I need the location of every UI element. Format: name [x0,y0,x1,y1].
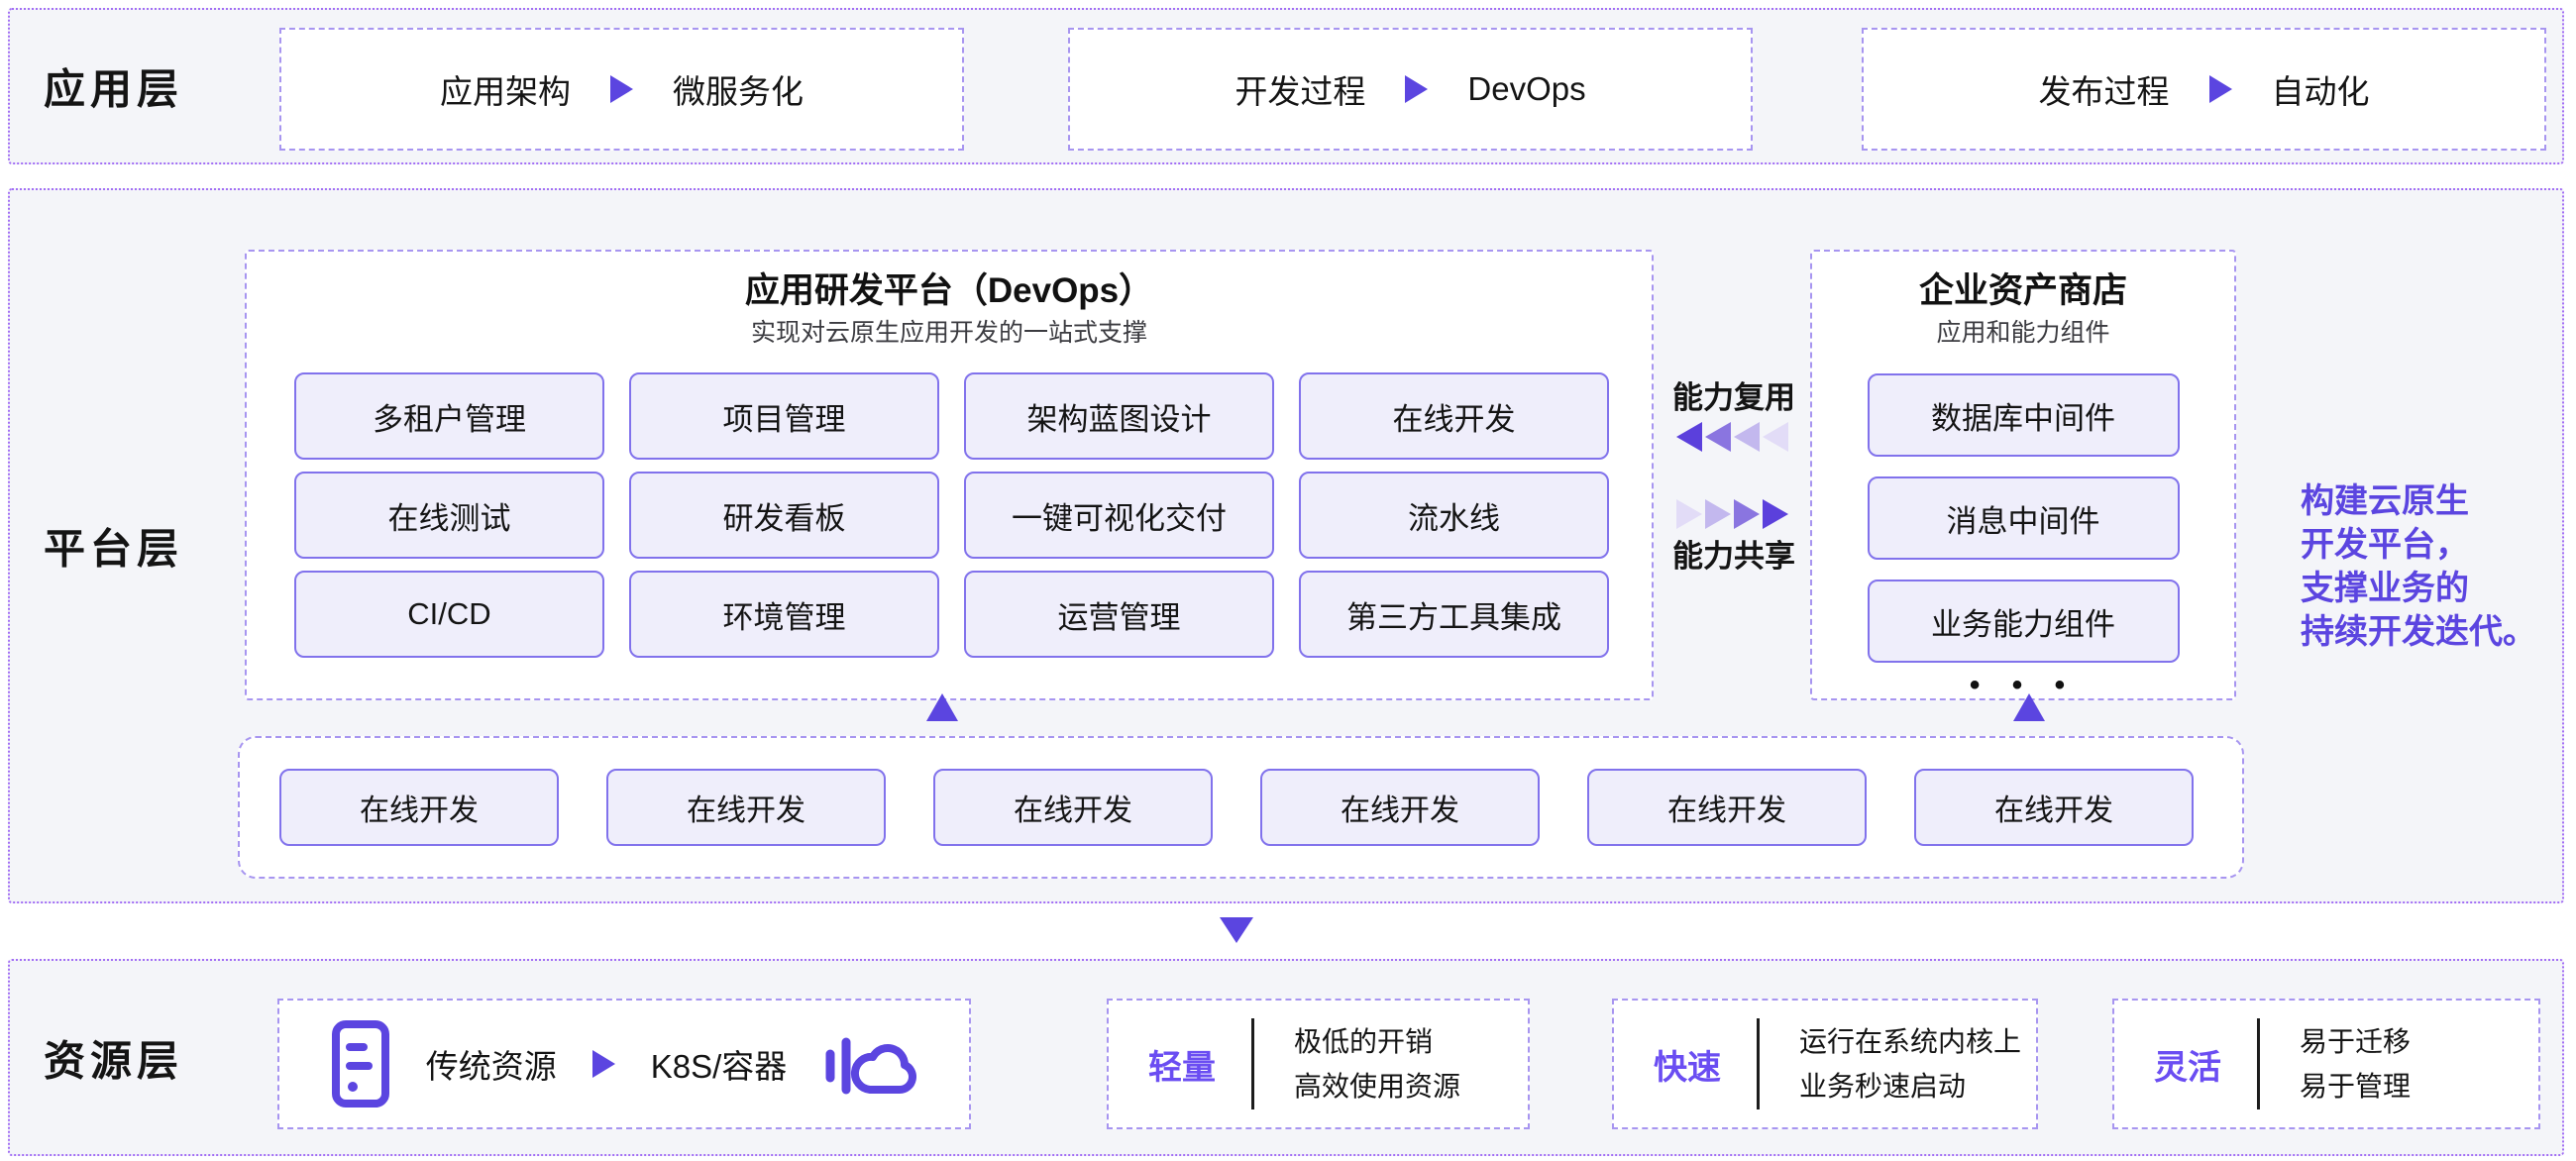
capability-cell: 运营管理 [964,571,1274,658]
triangle-right-icon [1676,499,1702,529]
asset-cell: 数据库中间件 [1868,373,2180,457]
runtime-cell: 在线开发 [1914,769,2194,846]
triangle-up-icon [2013,693,2045,721]
triangle-right-icon [1734,499,1760,529]
runtime-cell: 在线开发 [606,769,886,846]
arrow-right-icon [592,1050,615,1078]
transition-from-label: 发布过程 [2039,65,2170,113]
arrows-right-icon [1676,499,1791,529]
app-layer-section: 应用层 应用架构 微服务化 开发过程 DevOps 发布过程 自动化 [8,8,2564,164]
server-icon [331,1020,390,1108]
resource-from-label: 传统资源 [426,1040,557,1088]
cloud-container-icon [822,1026,917,1102]
feature-divider [1757,1018,1760,1109]
runtime-cell: 在线开发 [1587,769,1867,846]
platform-layer-section: 平台层 应用研发平台（DevOps） 实现对云原生应用开发的一站式支撑 多租户管… [8,188,2564,903]
asset-items-list: 数据库中间件 消息中间件 业务能力组件 [1812,373,2234,663]
triangle-right-icon [1763,499,1788,529]
triangle-down-icon [1220,917,1253,943]
capability-share-label: 能力共享 [1672,539,1795,575]
capability-cell: 多租户管理 [294,372,604,460]
capability-cell: 环境管理 [629,571,939,658]
slogan-line: 支撑业务的 [2301,567,2536,610]
app-transition-architecture: 应用架构 微服务化 [279,28,964,151]
feature-box-fast: 快速 运行在系统内核上 业务秒速启动 [1612,999,2038,1129]
capability-cell: 研发看板 [629,472,939,559]
feature-line: 易于迁移 [2300,1019,2411,1064]
capability-cell: 一键可视化交付 [964,472,1274,559]
transition-to-label: DevOps [1467,70,1585,108]
feature-line: 运行在系统内核上 [1799,1019,2021,1064]
feature-line: 易于管理 [2300,1064,2411,1108]
resource-transition-box: 传统资源 K8S/容器 [277,999,971,1129]
triangle-right-icon [1705,499,1731,529]
devops-panel-subtitle: 实现对云原生应用开发的一站式支撑 [247,318,1652,348]
feature-divider [1251,1018,1254,1109]
triangle-left-icon [1676,422,1702,452]
asset-panel-subtitle: 应用和能力组件 [1812,318,2234,348]
resource-to-label: K8S/容器 [651,1040,788,1088]
feature-title: 快速 [1654,1040,1721,1089]
transition-to-label: 自动化 [2272,65,2370,113]
devops-platform-panel: 应用研发平台（DevOps） 实现对云原生应用开发的一站式支撑 多租户管理 项目… [245,250,1654,700]
runtime-cell: 在线开发 [279,769,559,846]
capability-connector: 能力复用 能力共享 [1655,380,1813,575]
asset-cell: 消息中间件 [1868,476,2180,560]
triangle-left-icon [1705,422,1731,452]
feature-title: 灵活 [2154,1040,2221,1089]
capability-cell: 流水线 [1299,472,1609,559]
slogan-line: 开发平台， [2301,523,2536,567]
transition-from-label: 应用架构 [440,65,571,113]
devops-capability-grid: 多租户管理 项目管理 架构蓝图设计 在线开发 在线测试 研发看板 一键可视化交付… [294,372,1609,658]
transition-from-label: 开发过程 [1234,65,1365,113]
cloud-native-architecture-diagram: 应用层 应用架构 微服务化 开发过程 DevOps 发布过程 自动化 平台层 应… [0,0,2576,1161]
arrow-right-icon [2209,75,2232,103]
transition-to-label: 微服务化 [673,65,804,113]
app-transition-devprocess: 开发过程 DevOps [1068,28,1753,151]
triangle-left-icon [1763,422,1788,452]
feature-description: 运行在系统内核上 业务秒速启动 [1799,1019,2021,1108]
app-transition-release: 发布过程 自动化 [1862,28,2546,151]
feature-box-flexible: 灵活 易于迁移 易于管理 [2112,999,2540,1129]
devops-panel-title: 应用研发平台（DevOps） [247,271,1652,311]
feature-box-lightweight: 轻量 极低的开销 高效使用资源 [1107,999,1530,1129]
platform-layer-label: 平台层 [44,516,183,577]
feature-title: 轻量 [1148,1040,1216,1089]
feature-description: 极低的开销 高效使用资源 [1294,1019,1460,1108]
slogan-line: 构建云原生 [2301,479,2536,523]
runtime-container: 在线开发 在线开发 在线开发 在线开发 在线开发 在线开发 [238,736,2244,879]
capability-cell: 在线测试 [294,472,604,559]
feature-divider [2257,1018,2260,1109]
feature-line: 业务秒速启动 [1799,1064,2021,1108]
app-layer-label: 应用层 [44,56,183,117]
capability-cell: 架构蓝图设计 [964,372,1274,460]
runtime-cell: 在线开发 [933,769,1213,846]
asset-cell: 业务能力组件 [1868,580,2180,663]
triangle-up-icon [926,693,958,721]
triangle-left-icon [1734,422,1760,452]
capability-cell: 项目管理 [629,372,939,460]
feature-line: 高效使用资源 [1294,1064,1460,1108]
arrow-right-icon [1405,75,1428,103]
arrow-right-icon [610,75,633,103]
asset-panel-title: 企业资产商店 [1812,271,2234,311]
capability-reuse-label: 能力复用 [1672,380,1795,416]
asset-store-panel: 企业资产商店 应用和能力组件 数据库中间件 消息中间件 业务能力组件 • • • [1810,250,2236,700]
runtime-cell: 在线开发 [1260,769,1540,846]
slogan-line: 持续开发迭代。 [2301,610,2536,654]
feature-description: 易于迁移 易于管理 [2300,1019,2411,1108]
resource-layer-section: 资源层 传统资源 K8S/容器 轻量 极低的开销 高效使用资源 [8,959,2564,1156]
arrows-left-icon [1676,422,1791,452]
capability-cell: 第三方工具集成 [1299,571,1609,658]
resource-layer-label: 资源层 [44,1027,183,1088]
capability-cell: 在线开发 [1299,372,1609,460]
capability-cell: CI/CD [294,571,604,658]
slogan-text: 构建云原生 开发平台， 支撑业务的 持续开发迭代。 [2301,479,2536,654]
feature-line: 极低的开销 [1294,1019,1460,1064]
